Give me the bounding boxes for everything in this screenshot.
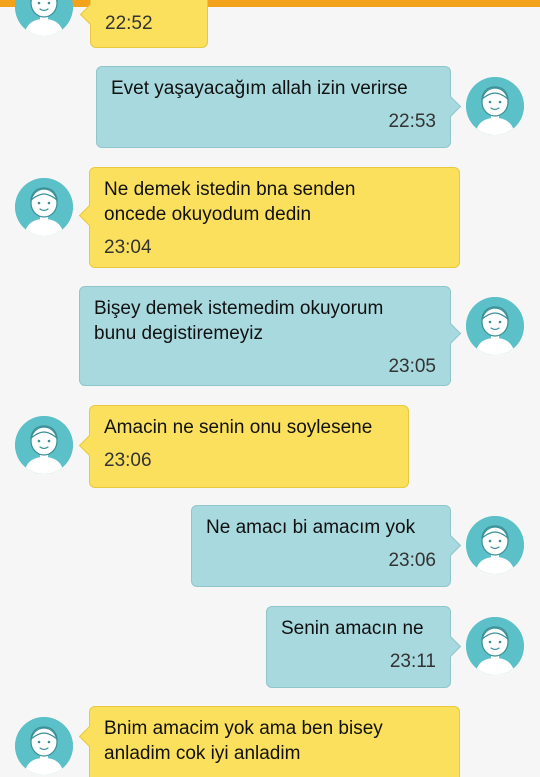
message-bubble-outgoing[interactable]: Senin amacın ne 23:11 <box>266 606 462 688</box>
message-bubble-outgoing[interactable]: Bişey demek istemedim okuyorum bunu degi… <box>79 286 462 386</box>
my-avatar[interactable] <box>466 617 524 675</box>
message-bubble-outgoing[interactable]: Ne amacı bi amacım yok 23:06 <box>191 505 462 587</box>
message-text: Bişey demek istemedim okuyorum bunu degi… <box>94 298 384 344</box>
message-bubble-incoming[interactable]: Ne demek istedin bna senden oncede okuyo… <box>78 167 460 268</box>
person-avatar-icon <box>466 297 524 355</box>
message-time: 22:52 <box>105 13 153 34</box>
message-time: 22:53 <box>388 111 436 132</box>
person-avatar-icon <box>15 717 73 775</box>
my-avatar[interactable] <box>466 297 524 355</box>
message-bubble-incoming[interactable]: 22:52 <box>79 0 208 48</box>
person-avatar-icon <box>466 617 524 675</box>
message-time: 23:11 <box>389 651 436 672</box>
my-avatar[interactable] <box>466 516 524 574</box>
contact-avatar[interactable] <box>15 0 73 36</box>
person-avatar-icon <box>15 416 73 474</box>
message-text: Senin amacın ne <box>281 618 424 639</box>
contact-avatar[interactable] <box>15 717 73 775</box>
top-accent-bar <box>0 0 540 7</box>
message-bubble-incoming[interactable]: Amacin ne senin onu soylesene 23:06 <box>78 405 409 488</box>
message-text: Ne amacı bi amacım yok <box>206 517 416 538</box>
message-bubble-incoming[interactable]: Bnim amacim yok ama ben bisey anladim co… <box>78 706 460 777</box>
person-avatar-icon <box>466 516 524 574</box>
message-text: Ne demek istedin bna senden oncede okuyo… <box>104 179 356 225</box>
person-avatar-icon <box>15 0 73 36</box>
message-time: 23:06 <box>104 450 152 471</box>
message-text: Bnim amacim yok ama ben bisey anladim co… <box>104 718 383 764</box>
contact-avatar[interactable] <box>15 416 73 474</box>
person-avatar-icon <box>15 178 73 236</box>
contact-avatar[interactable] <box>15 178 73 236</box>
message-bubble-outgoing[interactable]: Evet yaşayacağım allah izin verirse 22:5… <box>96 66 462 148</box>
message-text: Amacin ne senin onu soylesene <box>104 417 373 438</box>
message-time: 23:05 <box>388 356 436 377</box>
message-time: 23:04 <box>104 237 152 258</box>
message-text: Evet yaşayacağım allah izin verirse <box>111 78 408 99</box>
person-avatar-icon <box>466 77 524 135</box>
my-avatar[interactable] <box>466 77 524 135</box>
message-time: 23:06 <box>388 550 436 571</box>
